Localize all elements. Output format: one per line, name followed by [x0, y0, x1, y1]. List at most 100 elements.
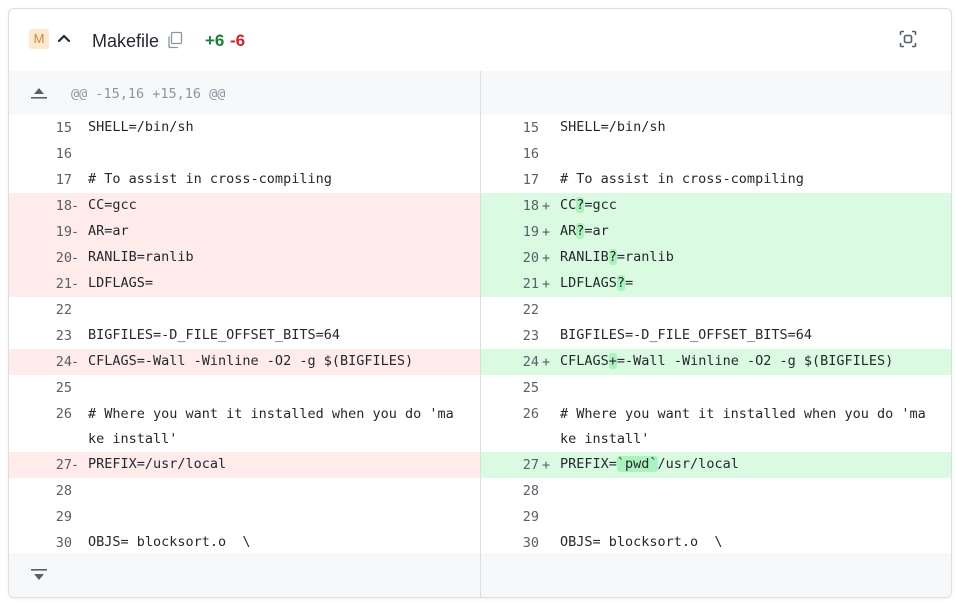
change-marker: - — [71, 457, 80, 473]
right-line: 28 — [481, 478, 951, 504]
left-line: 21- LDFLAGS= — [9, 271, 480, 297]
line-number[interactable]: 25 — [42, 375, 72, 401]
line-number[interactable]: 18 — [42, 193, 72, 219]
right-line: 21 + LDFLAGS?= — [481, 271, 951, 297]
right-line: 23 BIGFILES=-D_FILE_OFFSET_BITS=64 — [481, 323, 951, 349]
line-number[interactable]: 16 — [42, 141, 72, 167]
line-number[interactable]: 15 — [509, 115, 539, 141]
right-line: 15 SHELL=/bin/sh — [481, 115, 951, 141]
line-number[interactable]: 27 — [42, 452, 72, 478]
line-number[interactable]: 29 — [509, 504, 539, 530]
line-number[interactable]: 25 — [509, 375, 539, 401]
file-name[interactable]: Makefile — [92, 29, 159, 53]
change-marker: + — [542, 354, 551, 370]
inline-change-highlight: + — [608, 353, 617, 369]
right-line: 22 — [481, 297, 951, 323]
line-number[interactable]: 24 — [42, 349, 72, 375]
code-line: CC=gcc — [88, 197, 137, 213]
left-line: 23 BIGFILES=-D_FILE_OFFSET_BITS=64 — [9, 323, 480, 349]
code-line: AR=ar — [88, 223, 129, 239]
code-line: CFLAGS+=-Wall -Winline -O2 -g $(BIGFILES… — [560, 349, 932, 374]
right-line: 17 # To assist in cross-compiling — [481, 167, 951, 193]
split-divider — [480, 71, 481, 597]
line-number[interactable]: 15 — [42, 115, 72, 141]
line-number[interactable]: 23 — [42, 323, 72, 349]
expand-up-icon[interactable] — [30, 85, 48, 101]
right-line: 16 — [481, 141, 951, 167]
copy-icon[interactable] — [167, 31, 183, 49]
right-line: 19 + AR?=ar — [481, 219, 951, 245]
code-segment: CC — [560, 197, 577, 213]
code-segment: PREFIX= — [560, 456, 617, 472]
line-number[interactable]: 22 — [509, 297, 539, 323]
line-number[interactable]: 20 — [509, 245, 539, 271]
left-line: 28 — [9, 478, 480, 504]
hunk-range: @@ -15,16 +15,16 @@ — [71, 86, 226, 102]
line-number[interactable]: 23 — [509, 323, 539, 349]
code-segment: =ar — [584, 223, 609, 239]
code-line: SHELL=/bin/sh — [88, 119, 194, 135]
code-line: LDFLAGS= — [88, 275, 154, 291]
line-number[interactable]: 21 — [42, 271, 72, 297]
right-line: 20 + RANLIB?=ranlib — [481, 245, 951, 271]
line-number[interactable]: 17 — [42, 167, 72, 193]
additions-count: +6 — [205, 31, 225, 50]
line-number[interactable]: 20 — [42, 245, 72, 271]
line-number[interactable]: 18 — [509, 193, 539, 219]
focus-mode-icon[interactable] — [899, 30, 917, 48]
line-number[interactable]: 27 — [509, 452, 539, 478]
code-line: OBJS= blocksort.o \ — [88, 534, 251, 550]
code-segment: =gcc — [584, 197, 617, 213]
code-segment: CFLAGS — [560, 353, 609, 369]
code-line: BIGFILES=-D_FILE_OFFSET_BITS=64 — [88, 327, 340, 343]
change-marker: + — [542, 276, 551, 292]
change-marker: + — [542, 198, 551, 214]
line-number[interactable]: 29 — [42, 504, 72, 530]
code-segment: =-Wall -Winline -O2 -g $(BIGFILES) — [616, 353, 894, 369]
line-number[interactable]: 16 — [509, 141, 539, 167]
code-line: AR?=ar — [560, 219, 932, 244]
collapse-chevron-up-icon[interactable] — [55, 27, 73, 49]
line-number[interactable]: 28 — [42, 478, 72, 504]
left-line: 20- RANLIB=ranlib — [9, 245, 480, 271]
change-marker: + — [542, 250, 551, 266]
inline-change-highlight: ? — [608, 249, 617, 265]
inline-change-highlight: ? — [616, 275, 626, 291]
line-number[interactable]: 24 — [509, 349, 539, 375]
code-line: BIGFILES=-D_FILE_OFFSET_BITS=64 — [560, 323, 932, 348]
split-diff-view: @@ -15,16 +15,16 @@ 15 SHELL=/bin/sh 15 SHE… — [9, 71, 951, 597]
file-header: M Makefile +6 -6 — [9, 9, 951, 71]
line-number[interactable]: 19 — [42, 219, 72, 245]
code-line: RANLIB=ranlib — [88, 249, 194, 265]
modified-status-badge: M — [29, 29, 49, 49]
change-marker: - — [71, 250, 80, 266]
code-line: CC?=gcc — [560, 193, 932, 218]
code-segment: # To assist in cross-compiling — [560, 171, 804, 187]
left-line: 26 # Where you want it installed when you… — [9, 401, 480, 452]
right-line: 18 + CC?=gcc — [481, 193, 951, 219]
line-number[interactable]: 22 — [42, 297, 72, 323]
right-line: 25 — [481, 375, 951, 401]
code-segment: OBJS= blocksort.o \ — [560, 534, 723, 550]
code-segment: # Where you want it installed when you d… — [560, 406, 926, 447]
code-line: LDFLAGS?= — [560, 271, 932, 296]
left-line: 15 SHELL=/bin/sh — [9, 115, 480, 141]
code-segment: = — [625, 275, 634, 291]
change-marker: - — [71, 354, 80, 370]
line-number[interactable]: 17 — [509, 167, 539, 193]
code-segment: =ranlib — [616, 249, 674, 265]
right-line: 27 + PREFIX=`pwd`/usr/local — [481, 452, 951, 478]
change-marker: - — [71, 224, 80, 240]
code-segment: BIGFILES=-D_FILE_OFFSET_BITS=64 — [560, 327, 812, 343]
line-number[interactable]: 19 — [509, 219, 539, 245]
change-marker: - — [71, 276, 80, 292]
line-number[interactable]: 26 — [509, 401, 539, 427]
line-number[interactable]: 26 — [42, 401, 72, 427]
line-number[interactable]: 28 — [509, 478, 539, 504]
expand-down-icon[interactable] — [30, 567, 48, 583]
right-line: 24 + CFLAGS+=-Wall -Winline -O2 -g $(BIGFI… — [481, 349, 951, 375]
left-line: 22 — [9, 297, 480, 323]
line-number[interactable]: 21 — [509, 271, 539, 297]
code-line: # Where you want it installed when you d… — [560, 402, 932, 452]
code-segment: /usr/local — [657, 456, 739, 472]
